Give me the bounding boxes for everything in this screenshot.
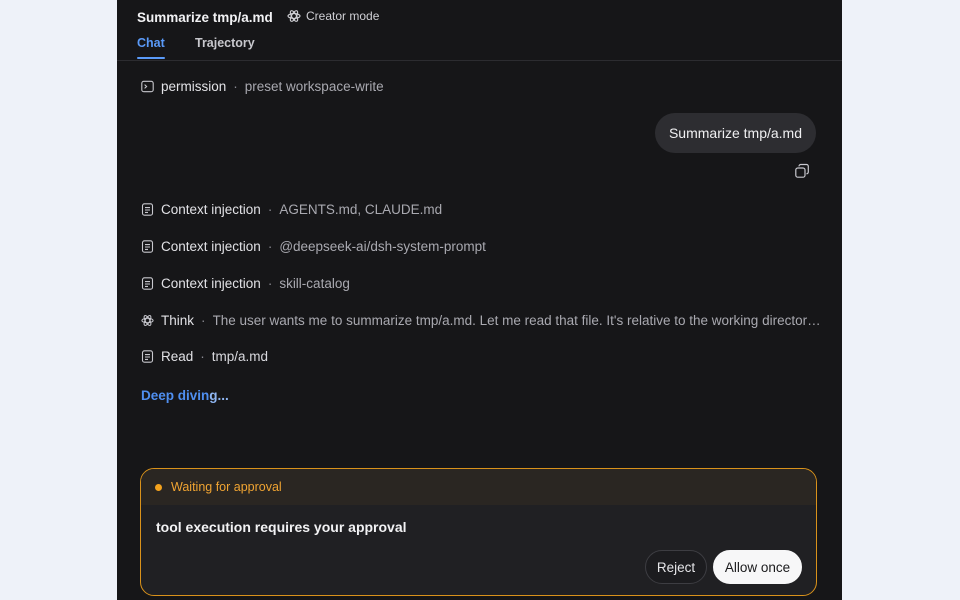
user-message-bubble: Summarize tmp/a.md [654,113,816,153]
allow-once-button[interactable]: Allow once [713,550,802,584]
event-detail: preset workspace-write [244,79,384,94]
separator: · [267,239,273,254]
atom-icon [141,315,154,326]
read-file-link[interactable]: tmp/a.md [212,349,268,364]
tab-trajectory[interactable]: Trajectory [195,36,255,50]
separator: · [200,349,205,364]
think-event[interactable]: Think · The user wants me to summarize t… [141,313,821,328]
page-title: Summarize tmp/a.md [137,10,273,25]
reject-button[interactable]: Reject [645,550,707,584]
copy-icon[interactable] [794,163,810,179]
document-icon [141,203,154,216]
document-icon [141,240,154,253]
read-event[interactable]: Read · tmp/a.md [141,349,268,364]
event-label: Context injection [161,239,261,254]
separator: · [233,79,238,94]
event-label: permission [161,79,227,94]
document-icon [141,350,154,363]
event-detail: @deepseek-ai/dsh-system-prompt [279,239,486,254]
context-injection-event[interactable]: Context injection · AGENTS.md, CLAUDE.md [141,202,442,217]
event-label: Read [161,349,194,364]
atom-icon [287,10,301,22]
separator: · [201,313,206,328]
status-dot [155,483,162,491]
context-injection-event[interactable]: Context injection · skill-catalog [141,276,350,291]
permission-event[interactable]: permission · preset workspace-write [141,79,384,94]
user-message-text: Summarize tmp/a.md [668,125,802,141]
event-label: Context injection [161,202,261,217]
event-label: Think [161,313,195,328]
terminal-icon [141,80,154,93]
separator: · [267,202,273,217]
approval-message: tool execution requires your approval [156,519,407,535]
separator: · [267,276,273,291]
context-injection-event[interactable]: Context injection · @deepseek-ai/dsh-sys… [141,239,486,254]
document-icon [141,277,154,290]
approval-card: Waiting for approval tool execution requ… [140,468,817,596]
event-label: Context injection [161,276,261,291]
approval-status: Waiting for approval [171,480,282,494]
event-detail: skill-catalog [279,276,350,291]
header: Summarize tmp/a.md Creator mode Chat Tra… [117,0,842,61]
deep-diving-text-fade: g... [209,388,229,403]
creator-mode-label: Creator mode [306,9,380,23]
creator-mode-button[interactable]: Creator mode [287,9,379,23]
tab-chat[interactable]: Chat [137,36,165,59]
chat-panel: Summarize tmp/a.md Creator mode Chat Tra… [117,0,842,600]
think-detail: The user wants me to summarize tmp/a.md.… [212,313,821,328]
event-detail: AGENTS.md, CLAUDE.md [279,202,443,217]
deep-diving-text: Deep divin [141,388,210,403]
deep-diving-status: Deep diving... [141,388,229,403]
approval-header: Waiting for approval [141,469,816,505]
